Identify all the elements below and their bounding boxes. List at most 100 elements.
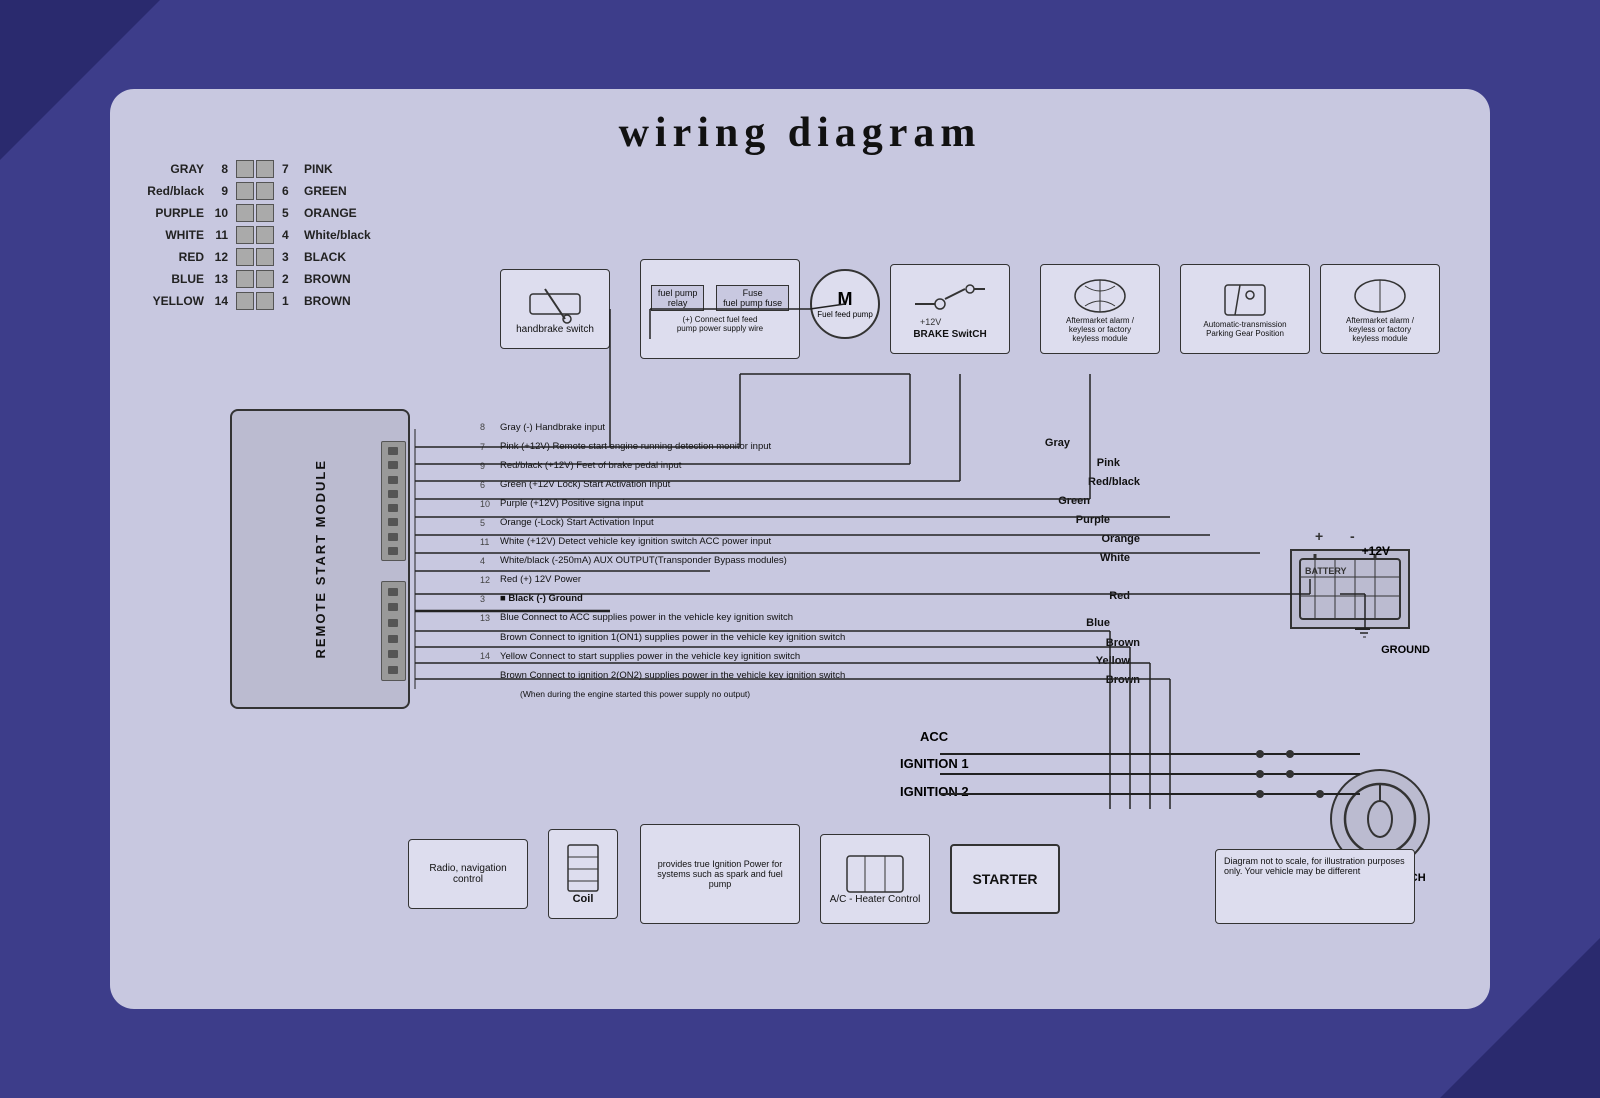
pin-row: Red/black 9 6 GREEN	[140, 181, 400, 201]
color-purple: Purple	[1076, 514, 1110, 526]
provides-label: provides true Ignition Power for systems…	[649, 859, 791, 889]
svg-text:BATTERY: BATTERY	[1305, 566, 1347, 576]
diagram-card: wiring diagram GRAY 8 7 PINK Red/black 9…	[110, 89, 1490, 1009]
fuel-pump-desc: (+) Connect fuel feedpump power supply w…	[677, 315, 763, 333]
ignition2-label: IGNITION 2	[900, 784, 969, 799]
svg-text:+: +	[1315, 528, 1323, 544]
wire-line: 5 Orange (-Lock) Start Activation Input	[480, 514, 845, 532]
starter-label: STARTER	[972, 871, 1037, 887]
coil-label: Coil	[573, 893, 594, 905]
wire-line: 13 Blue Connect to ACC supplies power in…	[480, 609, 845, 627]
wire-labels-section: 8 Gray (-) Handbrake input 7 Pink (+12V)…	[480, 419, 845, 703]
pin-connector-table: GRAY 8 7 PINK Red/black 9 6 GREEN PURPLE…	[140, 159, 400, 313]
pin-num: 9	[210, 184, 232, 198]
radio-box: Radio, navigation control	[408, 839, 528, 909]
starter-box: STARTER	[950, 844, 1060, 914]
pin-label: BLACK	[300, 250, 380, 264]
pin-num: 10	[210, 206, 232, 220]
aftermarket1-label: Aftermarket alarm /keyless or factorykey…	[1066, 316, 1134, 343]
pin-label: RED	[140, 250, 210, 264]
wire-line: 3 ■ Black (-) Ground	[480, 590, 845, 608]
wire-line: 7 Pink (+12V) Remote start engine runnin…	[480, 438, 845, 456]
motor-label: M	[838, 289, 853, 310]
note-box: Diagram not to scale, for illustration p…	[1215, 849, 1415, 924]
fuse-label: Fusefuel pump fuse	[716, 285, 789, 311]
handbrake-switch-box: handbrake switch	[500, 269, 610, 349]
coil-box: Coil	[548, 829, 618, 919]
pin-row: WHITE 11 4 White/black	[140, 225, 400, 245]
module-label: REMOTE START MODULE	[313, 459, 328, 659]
ac-heater-box: A/C - Heater Control	[820, 834, 930, 924]
note-label: Diagram not to scale, for illustration p…	[1224, 856, 1405, 876]
pin-num: 6	[278, 184, 300, 198]
pin-num: 14	[210, 294, 232, 308]
brake-switch-label: BRAKE SwitCH	[913, 329, 986, 340]
brake-switch-box: +12V BRAKE SwitCH	[890, 264, 1010, 354]
wire-line: 10 Purple (+12V) Positive signa input	[480, 495, 845, 513]
pin-num: 2	[278, 272, 300, 286]
color-blue: Blue	[1086, 617, 1110, 629]
aftermarket-alarm2-box: Aftermarket alarm /keyless or factorykey…	[1320, 264, 1440, 354]
pin-label: BROWN	[300, 294, 380, 308]
pin-label: ORANGE	[300, 206, 380, 220]
pin-row: PURPLE 10 5 ORANGE	[140, 203, 400, 223]
pin-label: White/black	[300, 228, 380, 242]
ground-label: GROUND	[1381, 644, 1430, 656]
ignition-power-box: provides true Ignition Power for systems…	[640, 824, 800, 924]
wire-line: 8 Gray (-) Handbrake input	[480, 419, 845, 437]
pin-label: PURPLE	[140, 206, 210, 220]
pin-num: 4	[278, 228, 300, 242]
fuel-pump-relay-label: fuel pumprelay	[651, 285, 705, 311]
wire-line: 6 Green (+12V Lock) Start Activation Inp…	[480, 476, 845, 494]
pin-label: GREEN	[300, 184, 380, 198]
wire-line: 4 White/black (-250mA) AUX OUTPUT(Transp…	[480, 552, 845, 570]
pin-label: GRAY	[140, 162, 210, 176]
radio-label: Radio, navigation control	[417, 863, 519, 885]
wire-line: Brown Connect to ignition 2(ON2) supplie…	[480, 667, 845, 685]
motor-symbol: M Fuel feed pump	[810, 269, 880, 339]
color-brown1: Brown	[1106, 637, 1140, 649]
pin-num: 12	[210, 250, 232, 264]
wire-line: 9 Red/black (+12V) Feet of brake pedal i…	[480, 457, 845, 475]
wire-line: 14 Yellow Connect to start supplies powe…	[480, 648, 845, 666]
ac-heater-label: A/C - Heater Control	[830, 894, 921, 905]
ignition1-label: IGNITION 1	[900, 756, 969, 771]
plus12v-label: +12V	[1362, 544, 1390, 558]
wire-line: 11 White (+12V) Detect vehicle key ignit…	[480, 533, 845, 551]
wire-line: 12 Red (+) 12V Power	[480, 571, 845, 589]
acc-label: ACC	[920, 729, 948, 744]
pin-row: YELLOW 14 1 BROWN	[140, 291, 400, 311]
color-green: Green	[1058, 495, 1090, 507]
pin-row: RED 12 3 BLACK	[140, 247, 400, 267]
remote-start-module: REMOTE START MODULE	[230, 409, 410, 709]
pin-num: 11	[210, 228, 232, 242]
fuel-pump-box: fuel pumprelay Fusefuel pump fuse (+) Co…	[640, 259, 800, 359]
pin-label: PINK	[300, 162, 380, 176]
battery-box: BATTERY	[1290, 549, 1410, 629]
pin-label: BROWN	[300, 272, 380, 286]
wire-line: (When during the engine started this pow…	[480, 686, 845, 702]
auto-trans-label: Automatic-transmissionParking Gear Posit…	[1203, 320, 1286, 338]
pin-row: BLUE 13 2 BROWN	[140, 269, 400, 289]
svg-text:+12V: +12V	[920, 317, 941, 327]
pin-num: 13	[210, 272, 232, 286]
handbrake-label: handbrake switch	[516, 324, 594, 335]
color-brown2: Brown	[1106, 674, 1140, 686]
pin-num: 5	[278, 206, 300, 220]
fuel-feed-label: Fuel feed pump	[817, 310, 873, 319]
pin-num: 7	[278, 162, 300, 176]
svg-text:-: -	[1350, 528, 1355, 544]
aftermarket2-label: Aftermarket alarm /keyless or factorykey…	[1346, 316, 1414, 343]
color-pink: Pink	[1097, 457, 1120, 469]
color-red-black: Red/black	[1088, 476, 1140, 488]
pin-num: 3	[278, 250, 300, 264]
diagram-title: wiring diagram	[140, 109, 1460, 157]
pin-label: BLUE	[140, 272, 210, 286]
pin-num: 1	[278, 294, 300, 308]
pin-row: GRAY 8 7 PINK	[140, 159, 400, 179]
color-orange: Orange	[1101, 533, 1140, 545]
pin-num: 8	[210, 162, 232, 176]
color-yellow: Yellow	[1096, 655, 1130, 667]
aftermarket-alarm1-box: Aftermarket alarm /keyless or factorykey…	[1040, 264, 1160, 354]
pin-label: Red/black	[140, 184, 210, 198]
